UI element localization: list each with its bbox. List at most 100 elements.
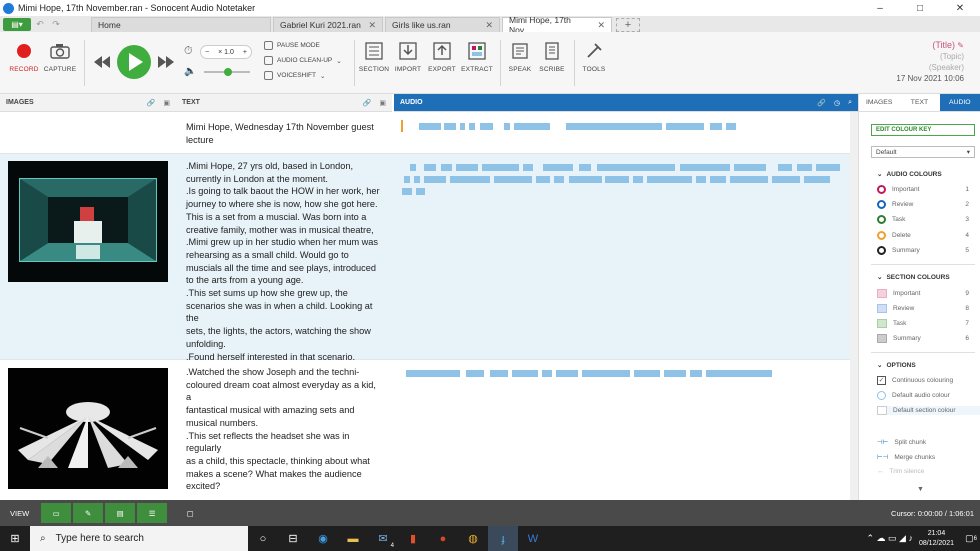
- scribe-button[interactable]: SCRIBE: [538, 40, 566, 73]
- audio-colours-heading[interactable]: ⌄ AUDIO COLOURS: [877, 170, 942, 179]
- audio-chunk[interactable]: [734, 164, 766, 171]
- section-button[interactable]: SECTION: [359, 40, 389, 73]
- audio-chunk[interactable]: [456, 164, 478, 171]
- attach-icon[interactable]: 🔗: [817, 99, 826, 107]
- section-row[interactable]: Mimi Hope, Wednesday 17th November guest…: [0, 112, 850, 154]
- undo-icon[interactable]: ↶: [33, 18, 47, 31]
- tab-close-icon[interactable]: ✕: [597, 20, 605, 31]
- meta-topic[interactable]: (Topic): [896, 51, 964, 62]
- meta-speaker[interactable]: (Speaker): [896, 62, 964, 73]
- edge-icon[interactable]: ◉: [308, 526, 338, 551]
- merge-chunks-button[interactable]: ⊢⊣ Merge chunks: [877, 453, 969, 462]
- audio-chunk[interactable]: [605, 176, 629, 183]
- audio-chunk[interactable]: [579, 164, 591, 171]
- task-view-icon[interactable]: ○: [248, 526, 278, 551]
- audio-chunk[interactable]: [450, 176, 490, 183]
- text-cell[interactable]: .Watched the show Joseph and the techni-…: [176, 360, 392, 500]
- pencil-icon[interactable]: ✎: [957, 41, 964, 50]
- audio-chunk[interactable]: [480, 123, 493, 130]
- text-cell[interactable]: Mimi Hope, Wednesday 17th November guest…: [176, 112, 392, 153]
- quick-access-menu-button[interactable]: ▤▾: [3, 17, 31, 31]
- volume-slider[interactable]: [204, 68, 250, 76]
- audio-chunk[interactable]: [666, 123, 704, 130]
- audio-chunk[interactable]: [424, 164, 436, 171]
- audio-chunk[interactable]: [444, 123, 456, 130]
- tab-mimi-hope[interactable]: Mimi Hope, 17th Nov... ✕: [502, 15, 612, 35]
- audio-chunk[interactable]: [597, 164, 675, 171]
- view-slides-button[interactable]: ▢: [175, 503, 205, 523]
- new-tab-button[interactable]: +: [616, 18, 640, 32]
- audio-chunk[interactable]: [406, 370, 460, 377]
- audio-chunk[interactable]: [772, 176, 800, 183]
- collapse-icon[interactable]: ▣: [379, 99, 386, 107]
- audio-colour-summary[interactable]: Summary 5: [877, 246, 969, 255]
- audio-chunk[interactable]: [460, 123, 465, 130]
- mail-icon[interactable]: ✉ 4: [368, 526, 398, 551]
- audio-chunk[interactable]: [680, 164, 730, 171]
- audio-chunk[interactable]: [554, 176, 564, 183]
- main-scrollbar[interactable]: [850, 112, 858, 500]
- trim-silence-button[interactable]: ↔ Trim silence: [877, 468, 969, 475]
- audio-chunk[interactable]: [494, 176, 532, 183]
- skip-back-icon[interactable]: [94, 56, 110, 68]
- option-default-section-colour[interactable]: Default section colour: [877, 406, 980, 415]
- attach-icon[interactable]: 🔗: [147, 99, 156, 107]
- section-row[interactable]: .Watched the show Joseph and the techni-…: [0, 360, 850, 500]
- tab-close-icon[interactable]: ✕: [368, 20, 376, 31]
- tab-home[interactable]: Home: [91, 17, 271, 32]
- split-chunk-button[interactable]: ⊣⊢ Split chunk: [877, 438, 969, 447]
- extract-button[interactable]: EXTRACT: [461, 40, 493, 73]
- speed-decrease-button[interactable]: −: [205, 49, 209, 56]
- audio-chunk[interactable]: [490, 370, 508, 377]
- option-default-audio-colour[interactable]: Default audio colour: [877, 391, 980, 400]
- clock[interactable]: 21:04 08/12/2021: [919, 529, 962, 549]
- capture-button[interactable]: CAPTURE: [44, 40, 76, 73]
- section-row[interactable]: .Mimi Hope, 27 yrs old, based in London,…: [0, 154, 850, 362]
- view-images-button[interactable]: ▭: [41, 503, 72, 523]
- audio-chunk[interactable]: [441, 164, 452, 171]
- chrome-icon[interactable]: ◍: [458, 526, 488, 551]
- export-button[interactable]: EXPORT: [428, 40, 456, 73]
- colour-preset-select[interactable]: Default ▾: [871, 146, 975, 158]
- minimize-button[interactable]: –: [860, 0, 900, 16]
- audio-chunk[interactable]: [523, 164, 533, 171]
- audio-chunk[interactable]: [797, 164, 812, 171]
- audio-chunk[interactable]: [416, 188, 425, 195]
- collapse-icon[interactable]: ▣: [163, 99, 170, 107]
- playback-speed-control[interactable]: − × 1.0 +: [200, 45, 252, 59]
- taskbar-search[interactable]: ⌕ Type here to search: [30, 526, 248, 551]
- redo-icon[interactable]: ↷: [49, 18, 63, 31]
- tab-close-icon[interactable]: ✕: [485, 20, 493, 31]
- speed-increase-button[interactable]: +: [243, 49, 247, 56]
- audio-colour-task[interactable]: Task 3: [877, 215, 969, 224]
- play-button[interactable]: [116, 44, 152, 80]
- audio-chunk[interactable]: [664, 370, 686, 377]
- audio-chunk[interactable]: [633, 176, 643, 183]
- notification-icon[interactable]: ▢ 6: [962, 526, 980, 551]
- audio-chunk[interactable]: [566, 123, 662, 130]
- zoom-icon[interactable]: ⌕: [848, 99, 852, 107]
- volume-slider-thumb[interactable]: [224, 68, 232, 76]
- section-colours-heading[interactable]: ⌄ SECTION COLOURS: [877, 273, 950, 282]
- word-icon[interactable]: W: [518, 526, 548, 551]
- text-cell[interactable]: .Mimi Hope, 27 yrs old, based in London,…: [176, 154, 392, 362]
- audio-notetaker-taskbar-icon[interactable]: ɟ: [488, 526, 518, 551]
- audio-chunk[interactable]: [482, 164, 519, 171]
- image-cell[interactable]: [0, 154, 176, 359]
- image-cell[interactable]: [0, 112, 176, 153]
- audio-chunk[interactable]: [543, 164, 573, 171]
- maximize-button[interactable]: □: [900, 0, 940, 16]
- audio-chunk[interactable]: [542, 370, 552, 377]
- edit-colour-key-button[interactable]: EDIT COLOUR KEY: [871, 124, 975, 136]
- audio-chunk[interactable]: [690, 370, 702, 377]
- checkbox-icon[interactable]: ✓: [877, 376, 886, 385]
- audio-chunk[interactable]: [512, 370, 538, 377]
- option-continuous-colouring[interactable]: ✓ Continuous colouring: [877, 376, 980, 385]
- stage-set-image[interactable]: [8, 161, 168, 282]
- stage-set-image[interactable]: [8, 368, 168, 489]
- options-heading[interactable]: ⌄ OPTIONS: [877, 361, 916, 370]
- panel-tab-images[interactable]: IMAGES: [859, 94, 899, 111]
- audio-cleanup-option[interactable]: AUDIO CLEAN-UP ⌄: [264, 56, 342, 65]
- system-tray-icons[interactable]: ⌃ ☁ ▭ ◢ ♪: [866, 533, 918, 544]
- audio-chunk[interactable]: [696, 176, 706, 183]
